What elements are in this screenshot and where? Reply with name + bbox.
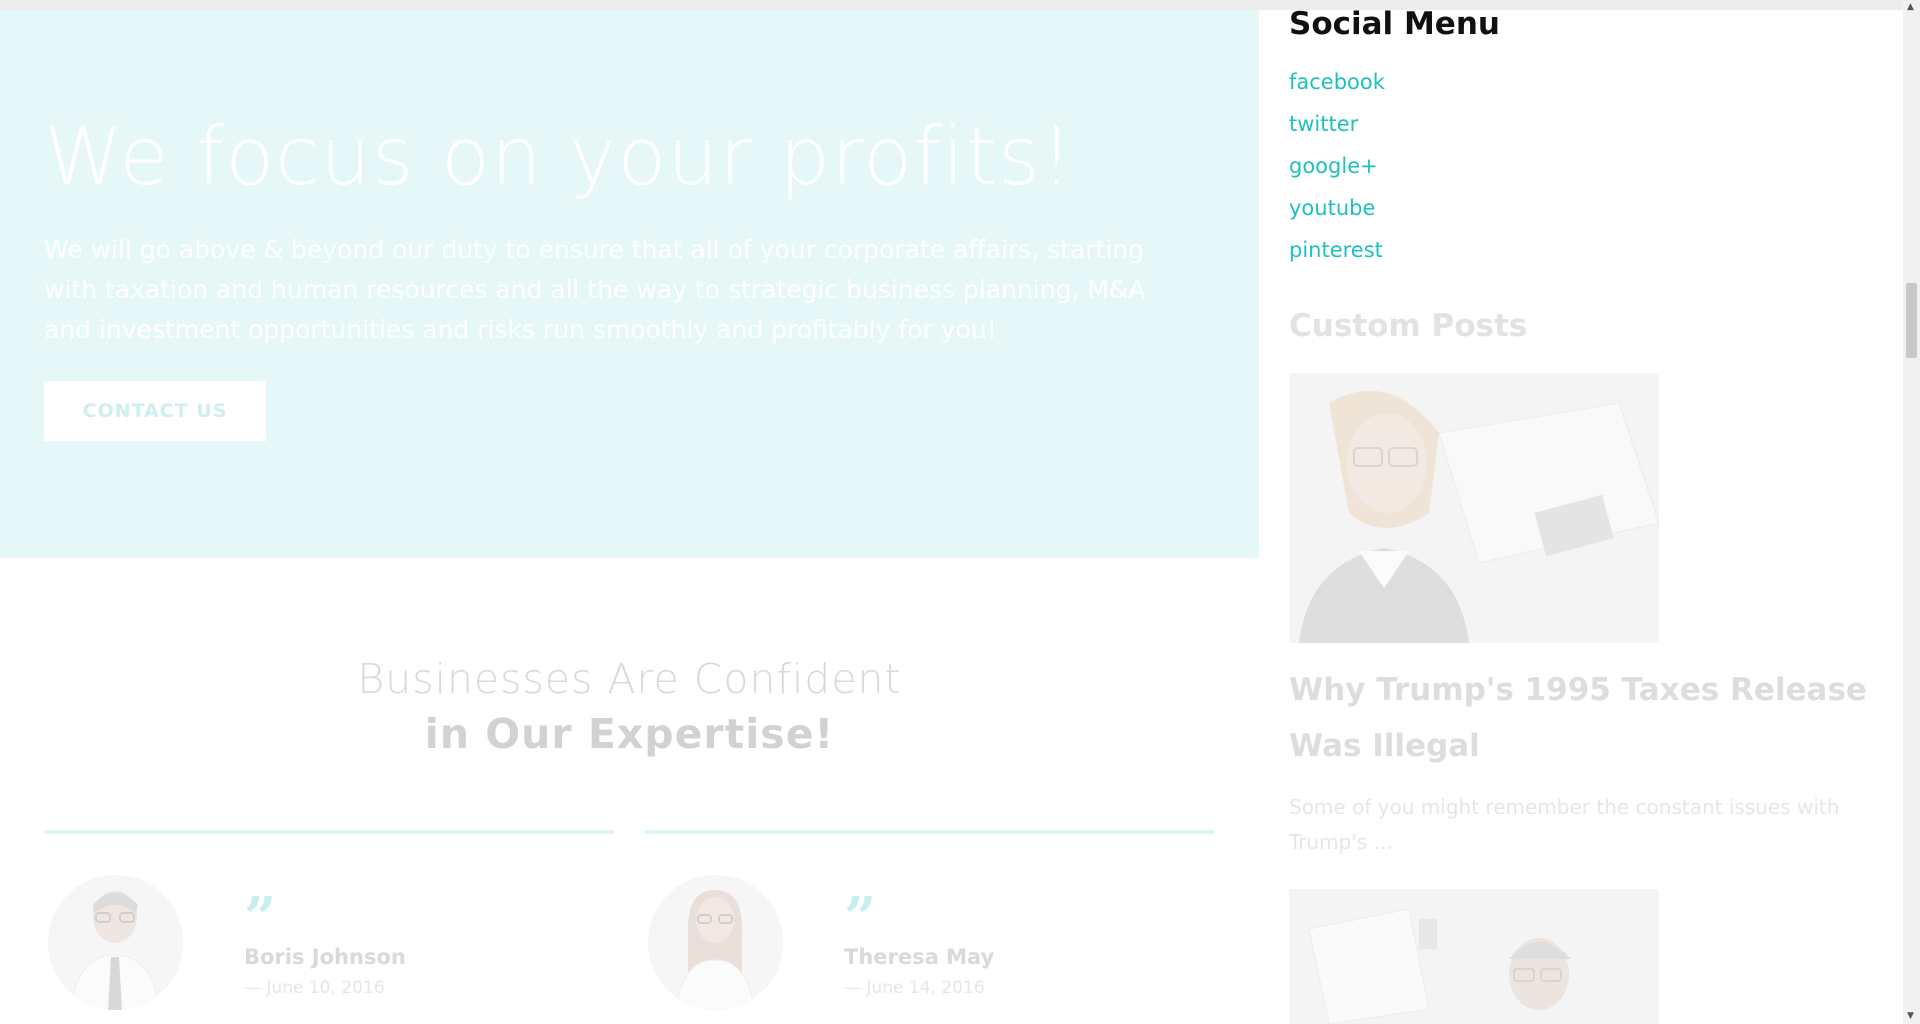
avatar [648,875,783,1010]
scroll-down-icon[interactable]: ▼ [1907,1012,1914,1021]
post-photo [1289,889,1659,1024]
post-thumbnail[interactable] [1289,889,1659,1024]
social-menu-heading: Social Menu [1289,6,1500,42]
social-item: google+ [1289,154,1385,196]
post-photo [1289,373,1659,643]
post-title[interactable]: Why Trump's 1995 Taxes Release Was Illeg… [1289,662,1889,774]
hero-description: We will go above & beyond our duty to en… [44,235,1146,344]
social-item: youtube [1289,196,1385,238]
card-divider [644,830,1214,834]
google-plus-link[interactable]: google+ [1289,154,1378,178]
testimonial-date: — June 14, 2016 [844,978,985,998]
custom-posts-heading: Custom Posts [1289,308,1528,344]
testimonial-author: Theresa May [844,945,995,969]
hero-section: We focus on your profits! We will go abo… [0,10,1259,558]
social-item: twitter [1289,112,1385,154]
facebook-link[interactable]: facebook [1289,70,1385,94]
social-item: pinterest [1289,238,1385,280]
twitter-link[interactable]: twitter [1289,112,1358,136]
person-photo [48,875,183,1010]
scroll-up-icon[interactable]: ▲ [1907,3,1914,12]
youtube-link[interactable]: youtube [1289,196,1375,220]
card-divider [44,830,614,834]
testimonial-card: ” Boris Johnson — June 10, 2016 [44,830,614,1010]
quote-icon: ” [844,885,877,951]
page-scrollbar[interactable]: ▲ ▼ [1903,0,1920,1024]
testimonial-date: — June 10, 2016 [244,978,385,998]
post-thumbnail[interactable] [1289,373,1659,643]
quote-icon: ” [244,885,277,951]
testimonial-card: ” Theresa May — June 14, 2016 [644,830,1214,1010]
scrollbar-thumb[interactable] [1906,283,1917,358]
testimonials-title-line2: in Our Expertise! [424,710,835,758]
contact-us-button[interactable]: CONTACT US [44,381,266,441]
hero-title: We focus on your profits! [44,110,1074,203]
social-item: facebook [1289,70,1385,112]
person-photo [648,875,783,1010]
top-strip [0,0,1903,10]
post-excerpt: Some of you might remember the constant … [1289,795,1840,854]
testimonials-title-line1: Businesses Are Confident [357,655,902,703]
social-menu: facebook twitter google+ youtube pintere… [1289,70,1385,280]
pinterest-link[interactable]: pinterest [1289,238,1383,262]
testimonial-author: Boris Johnson [244,945,406,969]
avatar [48,875,183,1010]
